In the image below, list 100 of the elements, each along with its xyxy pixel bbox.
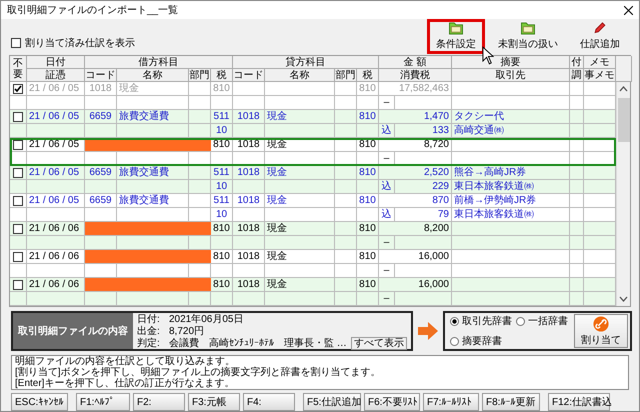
close-icon[interactable] <box>624 6 633 14</box>
amount-cell: 870 <box>379 194 452 208</box>
tax-code: 810 <box>211 278 233 292</box>
radio-label: 摘要辞書 <box>462 334 502 348</box>
radio-button[interactable] <box>450 316 459 326</box>
exclude-checkbox[interactable] <box>13 112 23 122</box>
table-row[interactable]: 21 / 06 / 06 810 1018 現金 810 16,000 – <box>10 250 616 278</box>
field-value: 会議費 高崎ｾﾝﾁｭﾘｰﾎﾃﾙ 理事長・監 … <box>169 336 347 350</box>
table-cell <box>85 292 117 306</box>
table-cell <box>265 82 335 96</box>
exclude-checkbox[interactable] <box>13 196 23 206</box>
column-header: 借方科目 <box>85 56 233 69</box>
exclude-checkbox[interactable] <box>13 280 23 290</box>
toolbar-button[interactable]: 未割当の扱い <box>491 19 565 54</box>
column-header: 名称 <box>117 69 189 82</box>
table-cell <box>570 110 584 124</box>
amount-cell: 8,200 <box>379 222 452 236</box>
table-row[interactable]: 21 / 06 / 06 810 1018 現金 810 8,200 – <box>10 222 616 250</box>
message-line: [Enter]キーを押下し、仕訳の訂正が行なえます。 <box>15 378 236 389</box>
column-header: 税 <box>357 69 379 82</box>
function-key[interactable]: F1:ﾍﾙﾌﾟ <box>76 393 130 411</box>
table-row[interactable]: 21 / 06 / 05 1018 現金 810 810 17,582,463 – <box>10 82 616 110</box>
table-cell <box>211 292 233 306</box>
table-cell <box>335 110 357 124</box>
column-header: 部門 <box>335 69 357 82</box>
table-cell <box>233 292 265 306</box>
table-cell <box>189 292 211 306</box>
account-code: 6659 <box>85 166 117 180</box>
table-row[interactable]: 21 / 06 / 05 6659 旅費交通費 511 10 1018 現金 810 1,470 込 133 タクシー代 高崎交通㈱ <box>10 110 616 138</box>
function-key[interactable]: F8:ﾙｰﾙ更新 <box>482 393 540 411</box>
message-line: [割り当て]ボタンを押下し、明細ファイル上の摘要文字列と辞書を割り当てます。 <box>15 367 382 378</box>
column-header: 税 <box>211 69 233 82</box>
account-code: 1018 <box>233 194 265 208</box>
account-code: 1018 <box>233 222 265 236</box>
radio-button[interactable] <box>516 316 525 326</box>
table-cell <box>27 292 85 306</box>
table-cell <box>570 250 584 264</box>
table-cell <box>335 250 357 264</box>
scrollbar[interactable] <box>616 82 630 306</box>
checkbox-label: 割り当て済み仕訳を表示 <box>25 36 135 50</box>
table-row[interactable]: 21 / 06 / 05 6659 旅費交通費 511 10 1018 現金 810 2,520 込 229 熊谷→高崎JR券 東日本旅客鉄道㈱ <box>10 166 616 194</box>
link-icon <box>593 316 609 332</box>
tax-code: 810 <box>357 166 379 180</box>
tax-code: 810 <box>357 222 379 236</box>
table-cell <box>395 292 452 306</box>
date-cell: 21 / 06 / 05 <box>27 110 85 124</box>
account-code: 1018 <box>233 166 265 180</box>
amount-cell: 2,520 <box>379 166 452 180</box>
exclude-checkbox[interactable] <box>13 140 23 150</box>
function-key[interactable]: F2: <box>133 393 185 411</box>
account-name: 現金 <box>265 110 335 124</box>
table-row[interactable]: 21 / 06 / 06 810 1018 現金 810 16,000 – <box>10 278 616 306</box>
message-line: 明細ファイルの内容を仕訳として取り込みます。 <box>15 356 236 367</box>
table-cell <box>10 292 27 306</box>
show-all-button[interactable]: すべて表示 <box>351 336 407 350</box>
function-key[interactable]: F3:元帳 <box>188 393 240 411</box>
account-name: 現金 <box>265 194 335 208</box>
folder-icon <box>520 22 536 35</box>
table-cell <box>189 194 211 208</box>
account-code: 1018 <box>233 138 265 152</box>
checkbox[interactable] <box>11 38 21 48</box>
exclude-checkbox[interactable] <box>13 224 23 234</box>
account-name: 現金 <box>265 222 335 236</box>
field-value: 2021年06月05日 <box>169 313 244 326</box>
exclude-checkbox[interactable] <box>13 84 23 94</box>
table-cell <box>117 292 189 306</box>
table-cell <box>189 110 211 124</box>
column-header: 証憑 <box>27 69 85 82</box>
radio-button[interactable] <box>450 336 459 346</box>
table-cell <box>335 292 357 306</box>
toolbar-button[interactable]: 仕訳追加 <box>571 19 629 54</box>
exclude-checkbox[interactable] <box>13 168 23 178</box>
table-cell <box>265 292 335 306</box>
field-value: 8,720円 <box>169 325 204 338</box>
assign-button[interactable]: 割り当て <box>574 314 628 348</box>
table-cell <box>335 166 357 180</box>
function-key[interactable]: F5:仕訳追加 <box>303 393 361 411</box>
account-name: 現金 <box>265 166 335 180</box>
table-row[interactable]: 21 / 06 / 05 6659 旅費交通費 511 10 1018 現金 810 870 込 79 前橋→伊勢崎JR券 東日本旅客鉄道㈱ <box>10 194 616 222</box>
exclude-checkbox[interactable] <box>13 252 23 262</box>
summary-cell: タクシー代 <box>452 110 570 124</box>
function-key[interactable]: F6:不要ﾘｽﾄ <box>364 393 420 411</box>
tax-mark: – <box>379 292 395 306</box>
column-header: 取引先 <box>452 69 570 82</box>
scroll-thumb[interactable] <box>618 98 630 142</box>
account-code: 1018 <box>233 110 265 124</box>
scroll-up-icon[interactable] <box>619 86 628 92</box>
tax-code: 511 <box>211 110 233 124</box>
radio-label: 取引先辞書 <box>462 314 512 328</box>
tax-code: 810 <box>357 110 379 124</box>
function-key[interactable]: F12:仕訳書込 <box>548 393 610 411</box>
table-cell <box>570 166 584 180</box>
function-key[interactable]: ESC:ｷｬﾝｾﾙ <box>11 393 68 411</box>
function-key[interactable]: F7:ﾙｰﾙﾘｽﾄ <box>423 393 479 411</box>
table-cell <box>335 222 357 236</box>
table-cell <box>335 278 357 292</box>
function-key[interactable]: F4: <box>243 393 295 411</box>
table-cell <box>335 138 357 152</box>
field-label: 日付: <box>137 313 161 326</box>
scroll-down-icon[interactable] <box>619 296 628 302</box>
